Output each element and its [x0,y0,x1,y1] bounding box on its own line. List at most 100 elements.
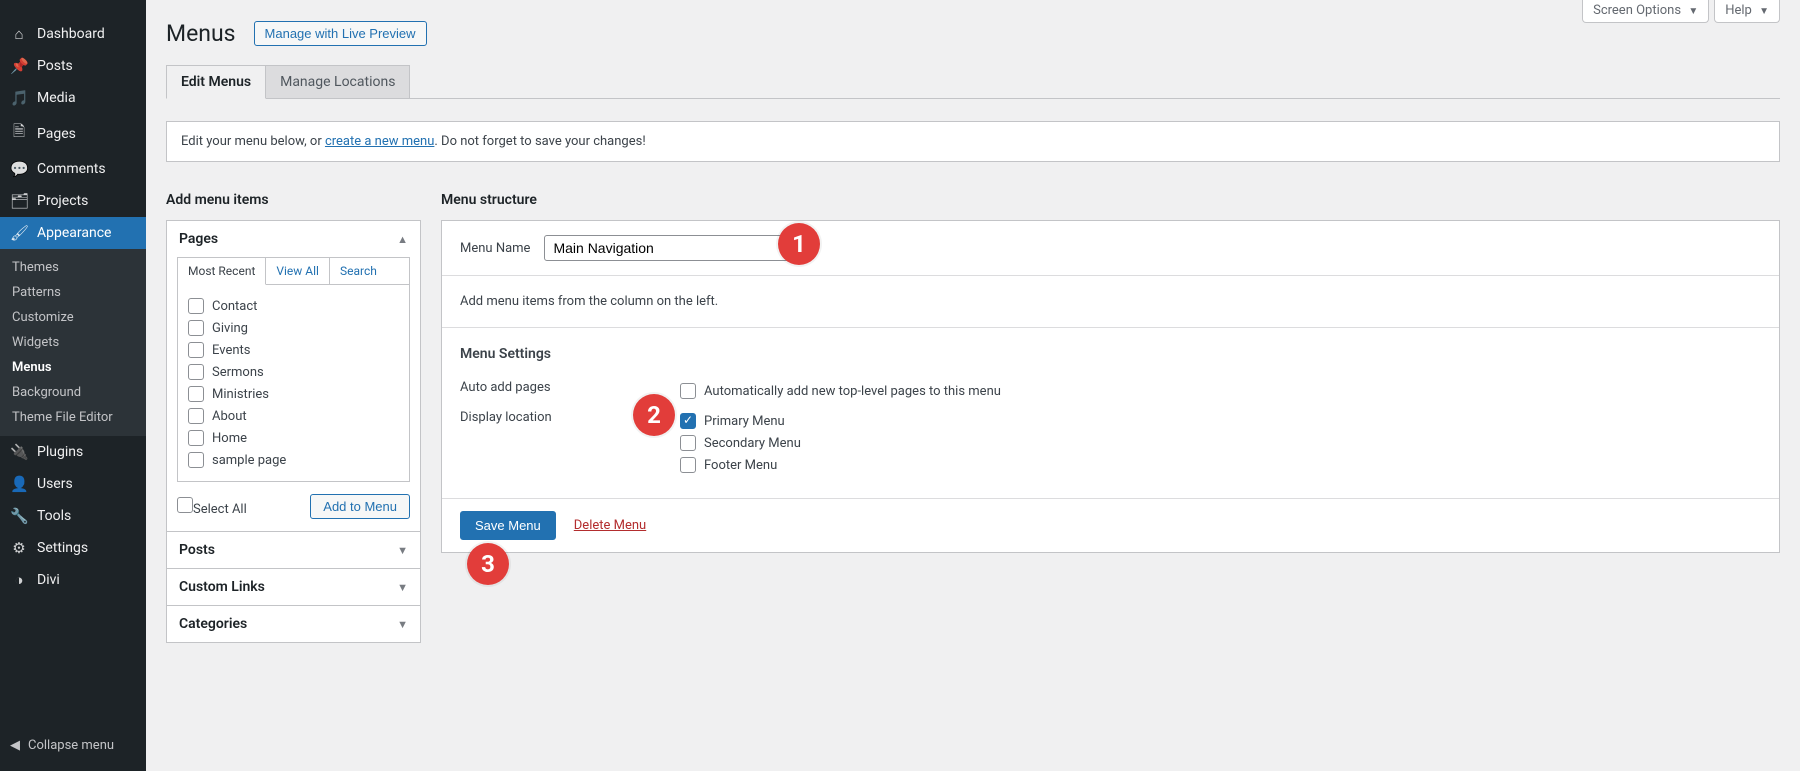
add-to-menu-button[interactable]: Add to Menu [310,494,410,519]
tab-edit-menus[interactable]: Edit Menus [166,65,266,99]
page-check-item[interactable]: Sermons [188,361,399,383]
media-icon: 🎵 [10,89,28,107]
annotation-badge-3: 3 [467,543,509,585]
menu-name-row: Menu Name 1 [442,221,1779,276]
page-check-item[interactable]: About [188,405,399,427]
plugin-icon: 🔌 [10,443,28,461]
menu-frame: Menu Name 1 Add menu items from the colu… [441,220,1780,553]
delete-menu-link[interactable]: Delete Menu [574,518,646,533]
submenu-background[interactable]: Background [0,380,146,405]
submenu-customize[interactable]: Customize [0,305,146,330]
location-primary[interactable]: Primary Menu [680,410,801,432]
page-checkbox[interactable] [188,342,204,358]
page-title: Menus [166,20,236,47]
select-all-checkbox[interactable] [177,497,193,513]
pages-metabox: Pages ▲ Most Recent View All Search Cont… [166,220,421,532]
portfolio-icon: 🗂 [10,192,28,210]
custom-links-metabox-header[interactable]: Custom Links ▼ [167,569,420,605]
pin-icon: 📌 [10,57,28,75]
caret-down-icon: ▼ [397,544,408,557]
page-check-item[interactable]: Ministries [188,383,399,405]
menu-name-input[interactable] [544,235,790,261]
page-check-item[interactable]: Home [188,427,399,449]
sidebar-item-projects[interactable]: 🗂Projects [0,185,146,217]
tab-manage-locations[interactable]: Manage Locations [266,65,410,98]
page-checkbox[interactable] [188,452,204,468]
select-all[interactable]: Select All [177,497,247,517]
submenu-menus[interactable]: Menus [0,355,146,380]
page-checkbox[interactable] [188,408,204,424]
categories-metabox: Categories ▼ [166,606,421,643]
page-check-item[interactable]: Events [188,339,399,361]
caret-up-icon: ▲ [397,233,408,246]
menu-settings-heading: Menu Settings [460,346,1761,362]
location-footer-checkbox[interactable] [680,457,696,473]
pages-list: Contact Giving Events Sermons Ministries… [177,284,410,482]
menu-tabs: Edit Menus Manage Locations [166,65,1780,99]
auto-add-checkbox[interactable] [680,383,696,399]
page-check-item[interactable]: Contact [188,295,399,317]
tab-view-all[interactable]: View All [266,258,330,285]
wrench-icon: 🔧 [10,507,28,525]
page-checkbox[interactable] [188,320,204,336]
edit-notice: Edit your menu below, or create a new me… [166,121,1780,162]
page-icon: 🗎 [10,121,28,146]
location-footer[interactable]: Footer Menu [680,454,801,476]
display-location-label: Display location [460,410,660,425]
comment-icon: 💬 [10,160,28,178]
sidebar-item-posts[interactable]: 📌Posts [0,50,146,82]
page-checkbox[interactable] [188,430,204,446]
sidebar-item-users[interactable]: 👤Users [0,468,146,500]
sidebar-item-dashboard[interactable]: ⌂Dashboard [0,18,146,50]
create-new-menu-link[interactable]: create a new menu [325,134,434,149]
categories-metabox-header[interactable]: Categories ▼ [167,606,420,642]
submenu-patterns[interactable]: Patterns [0,280,146,305]
collapse-menu[interactable]: ◀Collapse menu [0,730,146,761]
sidebar-item-tools[interactable]: 🔧Tools [0,500,146,532]
settings-icon: ⚙ [10,539,28,557]
pages-filter-tabs: Most Recent View All Search [177,257,410,285]
save-menu-button[interactable]: Save Menu [460,511,556,540]
appearance-submenu: Themes Patterns Customize Widgets Menus … [0,249,146,436]
menu-empty-text: Add menu items from the column on the le… [442,276,1779,327]
sidebar-item-appearance[interactable]: 🖌Appearance [0,217,146,249]
page-check-item[interactable]: Giving [188,317,399,339]
notice-prefix: Edit your menu below, or [181,134,325,149]
collapse-icon: ◀ [10,738,20,753]
menu-name-label: Menu Name [460,241,530,256]
user-icon: 👤 [10,475,28,493]
sidebar-item-comments[interactable]: 💬Comments [0,153,146,185]
page-check-item[interactable]: sample page [188,449,399,471]
annotation-badge-2: 2 [633,394,675,436]
auto-add-option[interactable]: Automatically add new top-level pages to… [680,380,1001,402]
caret-down-icon: ▼ [397,581,408,594]
add-menu-items-heading: Add menu items [166,192,421,208]
posts-metabox-header[interactable]: Posts ▼ [167,532,420,568]
submenu-widgets[interactable]: Widgets [0,330,146,355]
sidebar-item-settings[interactable]: ⚙Settings [0,532,146,564]
location-secondary-checkbox[interactable] [680,435,696,451]
caret-down-icon: ▼ [397,618,408,631]
chevron-down-icon: ▼ [1759,6,1769,17]
location-primary-checkbox[interactable] [680,413,696,429]
submenu-themes[interactable]: Themes [0,255,146,280]
screen-options-tab[interactable]: Screen Options ▼ [1582,0,1709,23]
sidebar-item-pages[interactable]: 🗎Pages [0,114,146,153]
tab-search[interactable]: Search [330,258,387,285]
location-secondary[interactable]: Secondary Menu [680,432,801,454]
page-checkbox[interactable] [188,298,204,314]
brush-icon: 🖌 [10,224,28,242]
sidebar-item-media[interactable]: 🎵Media [0,82,146,114]
help-tab[interactable]: Help ▼ [1714,0,1780,23]
page-checkbox[interactable] [188,364,204,380]
admin-sidebar: ⌂Dashboard 📌Posts 🎵Media 🗎Pages 💬Comment… [0,0,146,771]
divi-icon: ◑ [10,571,28,589]
pages-metabox-header[interactable]: Pages ▲ [167,221,420,257]
page-checkbox[interactable] [188,386,204,402]
sidebar-item-plugins[interactable]: 🔌Plugins [0,436,146,468]
sidebar-item-divi[interactable]: ◑Divi [0,564,146,596]
tab-most-recent[interactable]: Most Recent [178,258,266,285]
manage-live-preview-button[interactable]: Manage with Live Preview [254,21,427,46]
posts-metabox: Posts ▼ [166,532,421,569]
submenu-theme-file-editor[interactable]: Theme File Editor [0,405,146,430]
